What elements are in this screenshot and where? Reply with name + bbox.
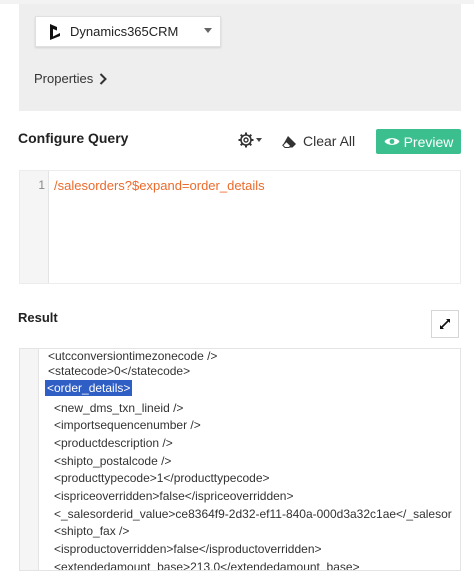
xml-line: <isproductoverridden>false</isproductove… — [54, 542, 322, 556]
preview-button[interactable]: Preview — [376, 129, 461, 154]
xml-line: <new_dms_txn_lineid /> — [54, 401, 184, 415]
xml-line-selected[interactable]: <order_details> — [45, 380, 133, 396]
chevron-down-icon — [204, 28, 212, 33]
properties-label: Properties — [34, 71, 94, 86]
xml-line: <shipto_postalcode /> — [54, 454, 172, 468]
expand-button[interactable] — [431, 310, 459, 338]
gear-icon — [238, 132, 254, 148]
result-title: Result — [18, 310, 58, 325]
configure-query-title: Configure Query — [18, 130, 129, 146]
expand-icon — [440, 319, 450, 329]
xml-line: <statecode>0</statecode> — [48, 364, 191, 378]
chevron-right-icon — [100, 72, 108, 85]
clear-all-button[interactable]: Clear All — [282, 128, 355, 154]
query-editor[interactable]: 1 /salesorders?$expand=order_details — [19, 170, 461, 284]
result-gutter — [20, 349, 39, 570]
xml-line: <ispriceoverridden>false</ispriceoverrid… — [54, 489, 294, 503]
connector-label: Dynamics365CRM — [70, 24, 179, 39]
xml-line: <productdescription /> — [54, 436, 173, 450]
xml-line: <shipto_fax /> — [54, 524, 130, 538]
xml-line: <producttypecode>1</producttypecode> — [54, 471, 270, 485]
query-text[interactable]: /salesorders?$expand=order_details — [54, 178, 265, 193]
xml-line: <_salesorderid_value>ce8364f9-2d32-ef11-… — [54, 507, 452, 521]
eraser-icon — [282, 135, 296, 148]
properties-link[interactable]: Properties — [34, 71, 108, 86]
xml-line: <extendedamount_base>213.0</extendedamou… — [54, 560, 360, 571]
line-number: 1 — [38, 178, 45, 192]
xml-line: <utcconversiontimezonecode /> — [48, 349, 218, 363]
line-gutter: 1 — [20, 171, 49, 283]
clear-all-label: Clear All — [303, 133, 356, 149]
eye-icon — [384, 138, 400, 145]
settings-dropdown[interactable] — [238, 132, 262, 148]
caret-down-icon — [256, 138, 262, 142]
connector-dropdown[interactable]: Dynamics365CRM — [35, 16, 221, 47]
result-viewer[interactable]: <utcconversiontimezonecode /> <statecode… — [19, 348, 461, 571]
xml-line: <importsequencenumber /> — [54, 418, 201, 432]
connector-panel: Dynamics365CRM Properties — [19, 4, 461, 111]
dynamics365-logo-icon — [50, 23, 60, 40]
preview-label: Preview — [403, 133, 454, 150]
